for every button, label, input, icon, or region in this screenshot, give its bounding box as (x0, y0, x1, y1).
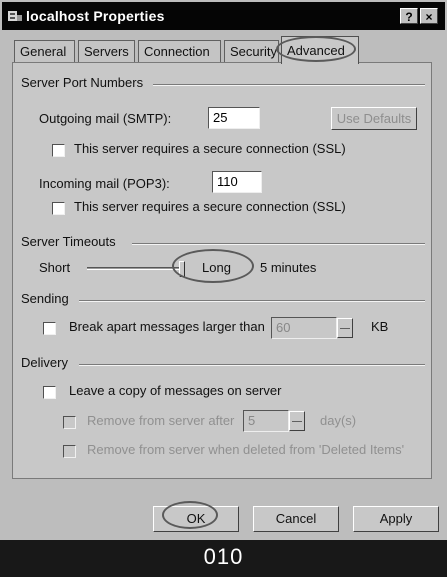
smtp-port-input[interactable]: 25 (208, 107, 260, 129)
remove-deleted-label: Remove from server when deleted from 'De… (87, 442, 405, 457)
pop3-port-input[interactable]: 110 (212, 171, 262, 193)
break-apart-checkbox[interactable] (43, 322, 56, 335)
pop3-label: Incoming mail (POP3): (39, 176, 170, 191)
remove-deleted-checkbox[interactable] (63, 445, 76, 458)
cancel-button[interactable]: Cancel (253, 506, 339, 532)
delivery-group-label: Delivery (21, 355, 68, 370)
remove-after-checkbox[interactable] (63, 416, 76, 429)
break-apart-label: Break apart messages larger than (69, 319, 265, 334)
caption-text: 010 (203, 544, 244, 569)
smtp-ssl-label: This server requires a secure connection… (74, 141, 346, 156)
port-numbers-group-label: Server Port Numbers (21, 75, 144, 90)
title-bar: localhost Properties ? × (2, 2, 445, 30)
pop3-ssl-checkbox[interactable] (52, 202, 65, 215)
size-unit-label: KB (371, 319, 389, 334)
remove-after-days-input[interactable]: 5 (243, 410, 289, 432)
timeout-value: 5 minutes (260, 260, 317, 275)
advanced-panel: Server Port Numbers Outgoing mail (SMTP)… (12, 62, 432, 479)
remove-after-label: Remove from server after (87, 413, 235, 428)
smtp-ssl-checkbox[interactable] (52, 144, 65, 157)
annotation-ellipse (172, 249, 254, 283)
size-spinner[interactable] (337, 318, 353, 338)
group-divider (79, 300, 425, 301)
timeouts-group-label: Server Timeouts (21, 234, 116, 249)
leave-copy-checkbox[interactable] (43, 386, 56, 399)
annotation-ellipse (276, 36, 356, 62)
days-spinner[interactable] (289, 411, 305, 431)
timeout-short-label: Short (39, 260, 71, 275)
break-apart-size-input[interactable]: 60 (271, 317, 337, 339)
window-title: localhost Properties (26, 8, 165, 24)
annotation-ellipse (162, 501, 218, 529)
tab-security[interactable]: Security (224, 40, 279, 62)
tab-connection[interactable]: Connection (138, 40, 221, 62)
sending-group-label: Sending (21, 291, 69, 306)
leave-copy-label: Leave a copy of messages on server (69, 383, 282, 398)
group-divider (153, 84, 425, 85)
properties-dialog: localhost Properties ? × General Servers… (0, 0, 447, 540)
smtp-label: Outgoing mail (SMTP): (39, 111, 172, 126)
caption-banner: 010 (0, 540, 447, 577)
pop3-ssl-label: This server requires a secure connection… (74, 199, 346, 214)
apply-button[interactable]: Apply (353, 506, 439, 532)
server-icon (8, 11, 22, 21)
group-divider (79, 364, 425, 365)
tab-general[interactable]: General (14, 40, 75, 62)
help-button[interactable]: ? (400, 8, 418, 24)
slider-track (87, 267, 185, 270)
tab-servers[interactable]: Servers (78, 40, 135, 62)
group-divider (132, 243, 425, 244)
use-defaults-button[interactable]: Use Defaults (331, 107, 417, 130)
days-unit-label: day(s) (320, 413, 357, 428)
close-button[interactable]: × (420, 8, 438, 24)
